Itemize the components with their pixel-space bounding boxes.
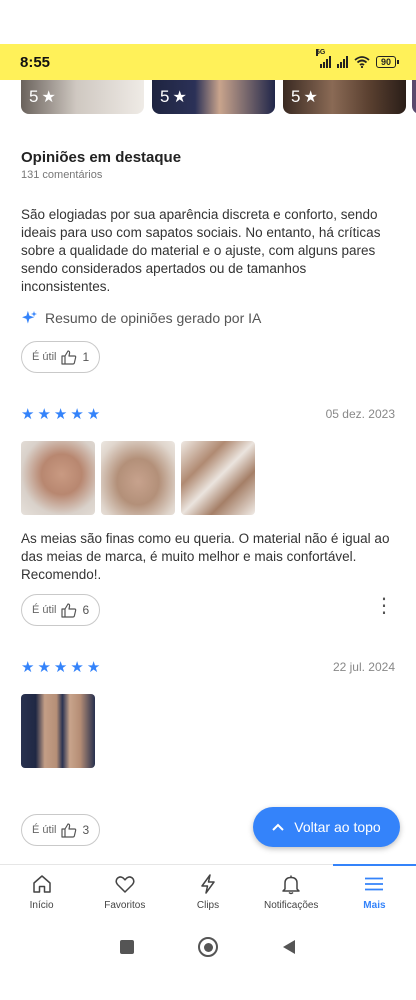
review-photo[interactable] — [181, 441, 255, 515]
nav-item-home[interactable]: Início — [0, 865, 83, 918]
useful-button[interactable]: É útil 3 — [21, 814, 101, 846]
bottom-navigation: Início Favoritos Clips Notificações Mais — [0, 864, 416, 918]
top-blank-area — [0, 0, 416, 44]
network-type: 5G — [315, 49, 326, 56]
battery-icon: 90 — [375, 56, 400, 68]
system-navigation-bar — [0, 918, 416, 976]
signal-icon-2 — [336, 56, 348, 68]
nav-item-clips[interactable]: Clips — [166, 865, 249, 918]
star-icon: ★ — [37, 406, 52, 423]
section-title: Opiniões em destaque — [21, 149, 182, 166]
useful-button[interactable]: É útil 1 — [21, 341, 101, 373]
star-icon: ★ — [41, 89, 56, 106]
review-photo[interactable] — [21, 441, 95, 515]
review-date: 22 jul. 2024 — [332, 660, 395, 674]
review-photo[interactable] — [21, 694, 95, 768]
gallery-photo[interactable]: 5 ★ — [152, 80, 275, 114]
star-icon: ★ — [172, 89, 187, 106]
chevron-up-icon — [272, 823, 285, 831]
home-icon — [32, 875, 51, 893]
nav-item-favorites[interactable]: Favoritos — [83, 865, 166, 918]
review-stars: ★ ★ ★ ★ ★ — [21, 405, 101, 423]
back-button[interactable] — [282, 939, 296, 955]
gallery-photo[interactable]: 5 ★ — [21, 80, 144, 114]
bottom-blank-area — [0, 976, 416, 1000]
signal-icon: 5G — [315, 49, 331, 68]
gallery-photo[interactable] — [412, 80, 416, 114]
star-icon: ★ — [21, 659, 36, 676]
status-bar: 8:55 5G 90 — [0, 44, 416, 80]
thumbs-up-icon — [61, 822, 77, 838]
photo-gallery[interactable]: 5 ★ 5 ★ 5 ★ — [0, 80, 416, 116]
menu-icon — [365, 877, 384, 891]
star-icon: ★ — [303, 89, 318, 106]
thumbs-up-icon — [61, 602, 77, 618]
recent-apps-button[interactable] — [120, 940, 134, 954]
sparkle-icon — [22, 310, 37, 324]
review-date: 05 dez. 2023 — [325, 407, 395, 421]
star-icon: ★ — [70, 406, 85, 423]
star-icon: ★ — [86, 659, 102, 676]
back-to-top-button[interactable]: Voltar ao topo — [253, 807, 400, 847]
lightning-icon — [201, 874, 215, 894]
star-icon: ★ — [86, 406, 102, 423]
useful-button[interactable]: É útil 6 — [21, 594, 101, 626]
gallery-rating: 5 ★ — [291, 87, 318, 106]
nav-item-notifications[interactable]: Notificações — [250, 865, 333, 918]
review-photo[interactable] — [101, 441, 175, 515]
more-options-icon[interactable]: ⋮ — [374, 596, 394, 616]
gallery-rating: 5 ★ — [29, 87, 56, 106]
nav-item-more[interactable]: Mais — [332, 864, 416, 918]
status-time: 8:55 — [20, 53, 51, 71]
home-button[interactable] — [198, 937, 218, 957]
star-icon: ★ — [53, 659, 69, 676]
gallery-photo[interactable]: 5 ★ — [283, 80, 406, 114]
star-icon: ★ — [53, 406, 69, 423]
ai-summary-text: São elogiadas por sua aparência discreta… — [21, 207, 381, 294]
system-icons: 5G 90 — [315, 49, 400, 68]
wifi-icon — [354, 56, 370, 68]
star-icon: ★ — [37, 659, 52, 676]
review-stars: ★ ★ ★ ★ ★ — [21, 658, 101, 676]
star-icon: ★ — [70, 659, 85, 676]
heart-icon — [115, 876, 135, 893]
gallery-rating: 5 ★ — [160, 87, 187, 106]
star-icon: ★ — [21, 406, 36, 423]
comment-count: 131 comentários — [21, 169, 103, 181]
bell-icon — [282, 875, 300, 895]
review-text: As meias são finas como eu queria. O mat… — [21, 531, 390, 582]
ai-summary-label: Resumo de opiniões gerado por IA — [21, 310, 261, 326]
thumbs-up-icon — [61, 349, 77, 365]
